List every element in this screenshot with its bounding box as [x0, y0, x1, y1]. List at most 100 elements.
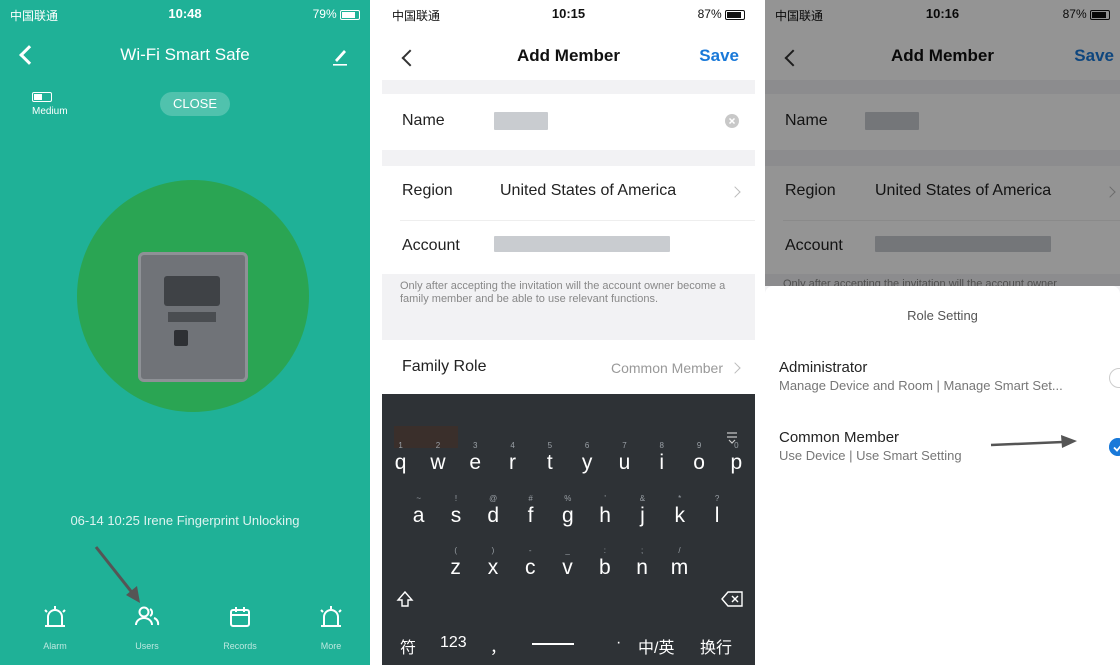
key-alt-label: *: [678, 494, 682, 503]
region-label: Region: [402, 182, 453, 199]
key-label: w: [430, 451, 446, 474]
key-q[interactable]: 1q: [382, 441, 419, 475]
return-key[interactable]: 换行: [700, 634, 732, 658]
tab-label: Records: [223, 641, 257, 651]
key-f[interactable]: # f: [512, 494, 549, 528]
number-key[interactable]: 123: [440, 634, 467, 652]
key-alt-label: /: [678, 546, 681, 555]
key-n[interactable]: ; n: [624, 546, 661, 580]
region-account-group: Region United States of America Account: [382, 166, 755, 274]
tab-records[interactable]: Records: [205, 605, 275, 651]
key-s[interactable]: ! s: [437, 494, 474, 528]
safe-icon: [138, 252, 248, 382]
name-label: Name: [402, 112, 445, 129]
space-key[interactable]: [532, 643, 574, 645]
tab-alarm[interactable]: Alarm: [20, 605, 90, 651]
key-alt-label: 2: [435, 441, 441, 450]
key-w[interactable]: 2w: [419, 441, 456, 475]
battery-percent: 79%: [312, 7, 337, 21]
key-o[interactable]: 9o: [680, 441, 717, 475]
family-role-row[interactable]: Family Role Common Member: [382, 340, 755, 394]
key-d[interactable]: @ d: [475, 494, 512, 528]
comma-key[interactable]: ，: [490, 634, 506, 658]
edit-icon[interactable]: [332, 46, 348, 66]
key-j[interactable]: & j: [624, 494, 661, 528]
key-r[interactable]: 4r: [494, 441, 531, 475]
status-bar: 中国联通 10:48 79%: [0, 0, 370, 26]
key-v[interactable]: _ v: [549, 546, 586, 580]
tab-more[interactable]: More: [296, 605, 366, 651]
key-alt-label: 7: [622, 441, 627, 450]
key-i[interactable]: 8i: [643, 441, 680, 475]
key-alt-label: :: [603, 546, 606, 555]
key-k[interactable]: * k: [661, 494, 698, 528]
symbol-key[interactable]: 符: [400, 634, 416, 658]
add-member-screen: 中国联通 10:15 87% Add Member Save Name Regi…: [382, 0, 755, 665]
sheet-title: Role Setting: [907, 308, 978, 323]
account-label: Account: [402, 237, 460, 254]
key-label: a: [412, 504, 425, 527]
key-c[interactable]: -c: [512, 546, 549, 580]
key-label: c: [524, 556, 536, 579]
key-label: l: [714, 504, 720, 527]
key-e[interactable]: 3e: [457, 441, 494, 475]
invitation-hint: Only after accepting the invitation will…: [400, 280, 726, 305]
close-button[interactable]: CLOSE: [160, 92, 230, 116]
account-input[interactable]: [494, 236, 670, 252]
nav-bar: Add Member Save: [382, 30, 755, 80]
key-alt-label: -: [528, 546, 532, 555]
shift-icon[interactable]: [396, 590, 414, 608]
key-h[interactable]: ' h: [587, 494, 624, 528]
key-t[interactable]: 5t: [531, 441, 568, 475]
key-alt-label: ): [491, 546, 495, 555]
language-toggle-key[interactable]: 中/英: [638, 634, 674, 658]
key-m[interactable]: / m: [661, 546, 698, 580]
key-z[interactable]: (z: [437, 546, 474, 580]
alarm-icon: [44, 606, 66, 627]
role-option-common-member[interactable]: Common Member Use Device | Use Smart Set…: [779, 429, 1120, 463]
key-label: h: [599, 504, 611, 527]
battery-level-label: Medium: [32, 106, 68, 117]
battery-percent: 87%: [697, 7, 722, 21]
key-alt-label: &: [639, 494, 646, 503]
region-value[interactable]: United States of America: [500, 182, 676, 200]
modal-overlay[interactable]: [765, 0, 1120, 286]
key-p[interactable]: 0p: [718, 441, 755, 475]
pointer-arrow-icon: [990, 435, 1077, 448]
save-button[interactable]: Save: [699, 46, 739, 66]
name-input[interactable]: [494, 112, 548, 130]
tab-label: Alarm: [43, 641, 67, 651]
tab-label: Users: [135, 641, 159, 651]
key-label: e: [469, 451, 482, 474]
role-option-administrator[interactable]: Administrator Manage Device and Room | M…: [779, 359, 1120, 393]
key-g[interactable]: % g: [549, 494, 586, 528]
radio-checked-icon[interactable]: [1109, 438, 1120, 456]
key-b[interactable]: :b: [586, 546, 623, 580]
key-alt-label: %: [564, 494, 572, 503]
clear-icon[interactable]: [725, 114, 739, 128]
backspace-icon[interactable]: [721, 591, 743, 607]
safe-status-circle: [77, 180, 309, 412]
key-u[interactable]: 7u: [606, 441, 643, 475]
battery-icon: [725, 9, 745, 20]
key-alt-label: 4: [510, 441, 515, 450]
role-option-desc: Manage Device and Room | Manage Smart Se…: [779, 378, 1063, 393]
key-label: q: [394, 451, 407, 474]
name-row[interactable]: Name: [382, 94, 755, 150]
key-alt-label: ~: [416, 494, 421, 503]
key-label: z: [450, 556, 461, 579]
key-x[interactable]: ) x: [474, 546, 511, 580]
chevron-right-icon: [729, 362, 741, 374]
key-alt-label: 9: [696, 441, 702, 450]
smart-safe-screen: 中国联通 10:48 79% Wi-Fi Smart Safe Medium C…: [0, 0, 370, 665]
tab-label: More: [320, 641, 342, 651]
key-y[interactable]: 6y: [569, 441, 606, 475]
role-option-name: Administrator: [779, 359, 868, 376]
tab-users[interactable]: Users: [112, 605, 182, 651]
key-label: m: [670, 556, 689, 579]
key-alt-label: _: [565, 546, 570, 555]
period-key[interactable]: ·: [616, 634, 621, 652]
role-setting-sheet: Role Setting Administrator Manage Device…: [765, 286, 1120, 665]
key-a[interactable]: ~ a: [400, 494, 437, 528]
key-l[interactable]: ? l: [698, 494, 735, 528]
